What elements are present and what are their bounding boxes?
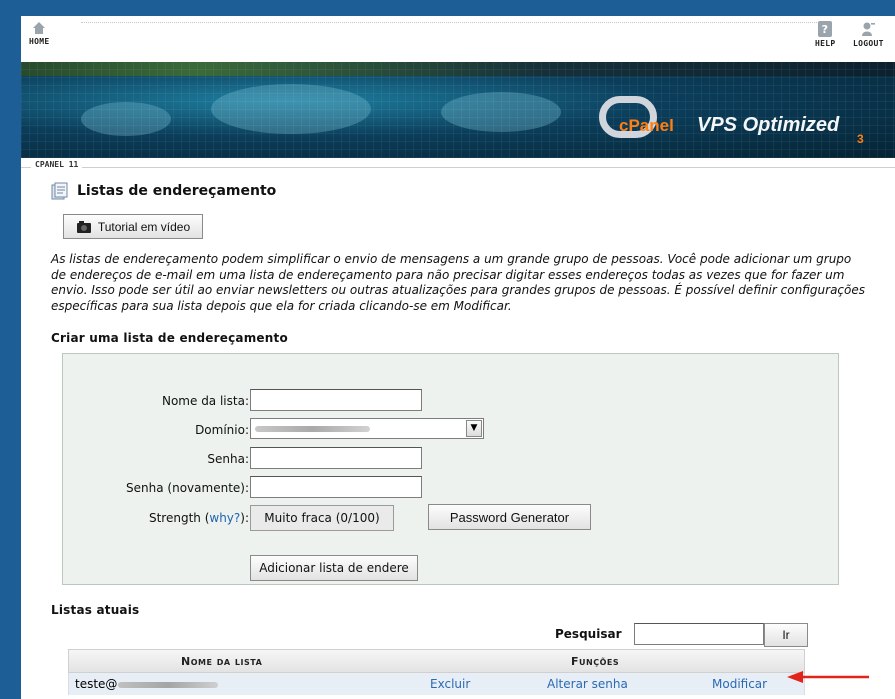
home-label: HOME [29, 37, 50, 46]
list-name-label: Nome da lista: [161, 394, 249, 408]
change-password-link[interactable]: Alterar senha [547, 677, 628, 691]
top-nav-bar: HOME ? HELP LOGOUT [21, 16, 895, 62]
help-label: HELP [815, 39, 836, 48]
page-title-text: Listas de endereçamento [77, 183, 277, 199]
banner-grid-texture [21, 62, 895, 158]
logo-cpanel-text: cPanel [619, 116, 674, 135]
list-name-input[interactable] [250, 389, 422, 411]
red-arrow-annotation [787, 671, 869, 683]
strength-label-text: Strength ( [148, 511, 210, 525]
create-list-form: Nome da lista: Domínio: ▼ Senha: Senha (… [62, 353, 839, 585]
breadcrumb-rule [21, 167, 895, 168]
mailing-lists-table: Nome da lista Funções teste@ Excluir Alt… [68, 649, 805, 695]
strength-label: Strength (why?): [69, 511, 249, 525]
password-generator-button[interactable]: Password Generator [428, 504, 591, 530]
password-strength-meter: Muito fraca (0/100) [250, 505, 394, 531]
list-email-blurred [118, 681, 219, 688]
search-label: Pesquisar [555, 627, 622, 641]
table-header: Nome da lista Funções [68, 649, 805, 673]
strength-label-end: ): [240, 511, 249, 525]
column-header-functions: Funções [571, 655, 620, 668]
video-tutorial-button[interactable]: Tutorial em vídeo [63, 214, 203, 239]
mailing-list-icon [51, 182, 68, 200]
help-link[interactable]: ? HELP [815, 21, 835, 48]
column-header-list-name[interactable]: Nome da lista [181, 655, 262, 668]
video-tutorial-label: Tutorial em vídeo [97, 219, 191, 234]
table-row: teste@ Excluir Alterar senha Modificar [68, 673, 805, 695]
logout-user-icon [862, 22, 876, 36]
list-email-cell: teste@ [75, 677, 219, 691]
search-input[interactable] [634, 623, 764, 645]
domain-label: Domínio: [195, 423, 249, 437]
search-go-label: Ir [782, 628, 790, 642]
password-again-input[interactable] [250, 476, 422, 498]
page-title: Listas de endereçamento [51, 182, 276, 200]
home-icon [33, 22, 46, 34]
breadcrumb: CPANEL 11 [21, 158, 895, 176]
video-camera-icon [76, 220, 91, 233]
top-dotted-rule [81, 22, 821, 23]
add-list-button[interactable]: Adicionar lista de endere [250, 555, 418, 581]
create-list-heading: Criar uma lista de endereçamento [51, 331, 288, 345]
search-go-button[interactable]: Ir [764, 623, 808, 647]
current-lists-heading: Listas atuais [51, 603, 140, 617]
home-link[interactable]: HOME [29, 21, 49, 46]
strength-why-link[interactable]: why? [209, 511, 240, 525]
breadcrumb-item-cpanel[interactable]: CPANEL 11 [31, 160, 83, 169]
logout-label: LOGOUT [853, 39, 884, 48]
password-strength-value: Muito fraca (0/100) [264, 511, 380, 525]
intro-text: As listas de endereçamento podem simplif… [51, 252, 866, 313]
help-icon: ? [818, 21, 833, 37]
password-label: Senha: [207, 452, 249, 466]
add-list-label: Adicionar lista de endere [259, 561, 409, 575]
logout-link[interactable]: LOGOUT [853, 21, 884, 48]
header-banner: cPanel VPS Optimized 3 [21, 62, 895, 158]
cpanel-window: HOME ? HELP LOGOUT cPanel VPS Optimized [21, 16, 895, 699]
domain-select[interactable]: ▼ [250, 418, 484, 439]
list-email-text: teste@ [75, 677, 118, 691]
modify-link[interactable]: Modificar [712, 677, 767, 691]
password-again-label: Senha (novamente): [126, 481, 249, 495]
password-input[interactable] [250, 447, 422, 469]
delete-link[interactable]: Excluir [430, 677, 470, 691]
domain-value-blurred [255, 426, 370, 432]
svg-text:?: ? [822, 23, 829, 36]
logo-vps-text: VPS Optimized [697, 114, 840, 136]
logo-version-number: 3 [857, 132, 864, 146]
password-generator-label: Password Generator [449, 509, 570, 525]
chevron-down-icon[interactable]: ▼ [466, 420, 482, 437]
